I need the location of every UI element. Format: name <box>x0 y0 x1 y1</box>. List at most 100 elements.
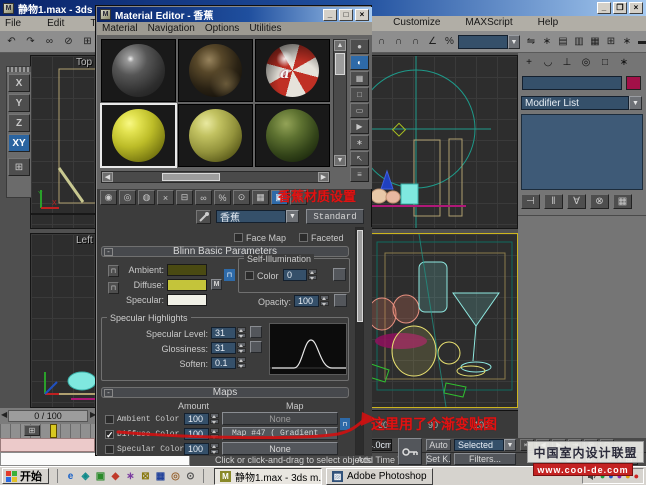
menu-item[interactable]: File <box>5 18 21 29</box>
face-map-checkbox[interactable] <box>234 233 243 242</box>
snap-toggle-icon[interactable]: ∩ <box>391 33 406 50</box>
snap-toggle-icon[interactable]: % <box>442 33 457 50</box>
soften-field[interactable]: 0.1 <box>211 357 236 369</box>
toolbar-icon[interactable]: ▤ <box>556 33 570 50</box>
tray-icon[interactable]: ● <box>634 472 639 481</box>
maxscript-mini-listener-pink[interactable] <box>0 438 95 452</box>
menu-item[interactable]: Customize <box>393 17 440 28</box>
snap-toggle-icon[interactable]: ∠ <box>425 33 440 50</box>
ambient-diffuse-lock-icon[interactable]: ⊓ <box>108 265 119 277</box>
glossiness-field[interactable]: 31 <box>211 342 236 354</box>
specular-level-map-button[interactable] <box>250 326 262 338</box>
sample-tool-icon[interactable]: ↖ <box>350 151 369 166</box>
quick-launch-icon[interactable]: ⊙ <box>184 470 197 483</box>
command-panel-tab[interactable]: ⊥ <box>559 55 575 70</box>
material-editor-titlebar[interactable]: M Material Editor - 香蕉 _ □ × <box>97 7 372 22</box>
me-minimize-button[interactable]: _ <box>323 9 337 21</box>
named-selection-dropdown[interactable] <box>458 35 508 49</box>
quick-launch-icon[interactable]: ◆ <box>109 470 122 483</box>
command-panel-tab[interactable]: ◎ <box>578 55 594 70</box>
toolbar-icon[interactable]: ∞ <box>41 33 58 50</box>
menu-item[interactable]: Utilities <box>249 23 281 34</box>
glossiness-map-button[interactable] <box>250 341 262 353</box>
ambient-map-checkbox[interactable] <box>105 415 114 424</box>
ambient-amount-field[interactable]: 100 <box>184 413 209 425</box>
stack-tool-icon[interactable]: ▦ <box>613 194 632 209</box>
snap-toggle-icon[interactable]: ∩ <box>374 33 389 50</box>
start-button[interactable]: 开始 <box>2 468 49 484</box>
sample-tool-icon[interactable]: ▭ <box>350 103 369 118</box>
quick-launch-icon[interactable]: ▦ <box>154 470 167 483</box>
stack-tool-icon[interactable]: ⊗ <box>590 194 609 209</box>
toolbar-icon[interactable]: ⊞ <box>604 33 618 50</box>
viewport-perspective[interactable] <box>370 233 518 408</box>
set-keys-button[interactable] <box>398 438 422 465</box>
toolbar-icon[interactable]: ▦ <box>588 33 602 50</box>
key-filter-arrow-icon[interactable]: ▼ <box>504 439 516 451</box>
sample-tool-icon[interactable]: □ <box>350 87 369 102</box>
quick-launch-icon[interactable]: ◈ <box>79 470 92 483</box>
toolbar-icon[interactable]: ↶ <box>3 33 20 50</box>
modifier-list-dropdown[interactable]: Modifier List <box>521 96 629 110</box>
sample-tool-icon[interactable]: ∗ <box>350 135 369 150</box>
stack-tool-icon[interactable]: ⊣ <box>521 194 540 209</box>
sample-slot-cracked[interactable] <box>178 39 253 102</box>
maps-lock-icon[interactable]: ⊓ <box>340 418 350 430</box>
object-color-swatch[interactable] <box>626 76 641 90</box>
slider-left-arrow-icon[interactable]: ◀ <box>1 410 7 419</box>
scroll-left-icon[interactable]: ◀ <box>102 172 113 182</box>
specular-color-swatch[interactable] <box>167 294 207 306</box>
sample-slot-banana-selected[interactable] <box>101 104 176 167</box>
quick-launch-icon[interactable]: ∗ <box>124 470 137 483</box>
material-tool-icon[interactable]: ⊟ <box>176 190 193 205</box>
toolbar-icon[interactable]: ⇋ <box>524 33 538 50</box>
auto-key-button[interactable]: Auto <box>426 439 451 451</box>
key-filter-dropdown[interactable]: Selected <box>454 439 504 451</box>
si-value-field[interactable]: 0 <box>283 269 307 281</box>
opacity-field[interactable]: 100 <box>294 295 319 307</box>
quick-launch-icon[interactable]: ◎ <box>169 470 182 483</box>
quick-launch-icon[interactable]: e <box>64 470 77 483</box>
menu-item[interactable]: MAXScript <box>465 17 512 28</box>
material-name-arrow-icon[interactable]: ▼ <box>286 210 299 223</box>
scroll-down-icon[interactable]: ▼ <box>334 155 346 166</box>
material-tool-icon[interactable]: ◍ <box>138 190 155 205</box>
command-panel-tab[interactable]: ◡ <box>540 55 556 70</box>
sample-tool-icon[interactable]: ▶ <box>350 119 369 134</box>
command-panel-tab[interactable]: □ <box>597 55 613 70</box>
quick-launch-icon[interactable]: ▣ <box>94 470 107 483</box>
sample-tool-icon[interactable]: ◐ <box>350 55 369 70</box>
sample-slot-glass[interactable] <box>101 39 176 102</box>
diffuse-specular-lock-icon[interactable]: ⊓ <box>108 282 119 294</box>
toolbar-icon[interactable]: ∗ <box>540 33 554 50</box>
axis-constraint-button[interactable]: Y <box>8 94 30 112</box>
stack-tool-icon[interactable]: ∀ <box>567 194 586 209</box>
named-selection-arrow-icon[interactable]: ▼ <box>508 35 520 49</box>
toolbar-grip[interactable] <box>7 67 31 72</box>
sample-slot-olive[interactable] <box>178 104 253 167</box>
diffuse-amount-field[interactable]: 100 <box>184 428 209 440</box>
pick-material-eyedropper-icon[interactable] <box>196 210 211 224</box>
spinner-down-icon[interactable] <box>308 275 317 280</box>
ambient-map-button[interactable]: None <box>222 412 338 425</box>
material-name-field[interactable]: 香蕉 <box>216 210 286 223</box>
si-color-checkbox[interactable] <box>245 271 254 280</box>
quick-launch-icon[interactable]: ⊠ <box>139 470 152 483</box>
restore-button[interactable]: ❐ <box>613 2 627 14</box>
axis-constraint-button[interactable]: Z <box>8 114 30 132</box>
command-panel-tab[interactable]: ∗ <box>616 55 632 70</box>
diffuse-map-shortcut-button[interactable]: M <box>211 279 222 290</box>
material-tool-icon[interactable]: ◉ <box>100 190 117 205</box>
sample-tool-icon[interactable]: ▦ <box>350 71 369 86</box>
viewport-top-label[interactable]: Top <box>76 57 92 68</box>
sample-slot-checker[interactable]: a <box>255 39 330 102</box>
opacity-map-button[interactable] <box>334 294 347 307</box>
object-name-field[interactable] <box>522 76 622 90</box>
filters-button[interactable]: Filters... <box>454 453 516 465</box>
menu-item[interactable]: Edit <box>47 18 64 29</box>
track-bar-mini-icon[interactable]: ⊞ <box>24 425 40 436</box>
taskbar-task-3dsmax[interactable]: M 静物1.max - 3ds m... <box>214 468 322 485</box>
viewport-left-label[interactable]: Left <box>76 235 93 246</box>
ad-map-lock-icon[interactable]: ⊓ <box>224 269 235 281</box>
material-type-button[interactable]: Standard <box>306 209 364 224</box>
